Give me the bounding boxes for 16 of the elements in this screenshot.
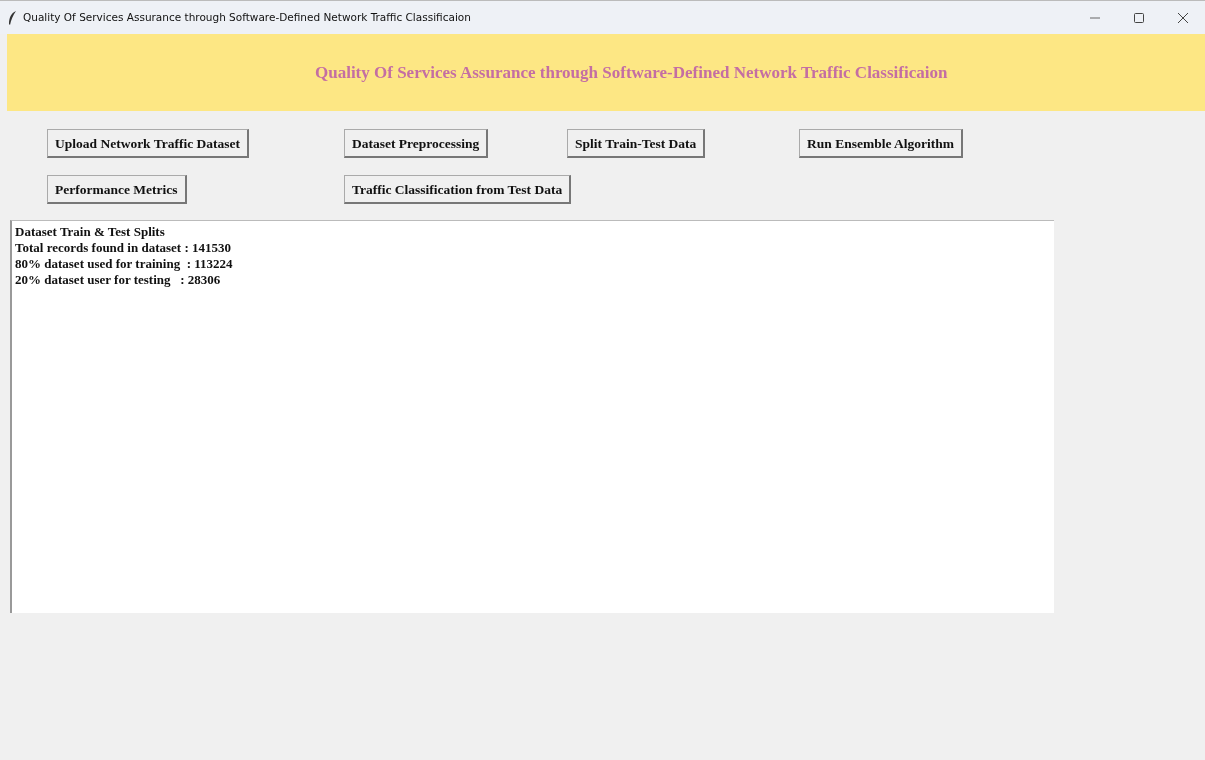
output-line: Dataset Train & Test Splits — [15, 224, 166, 240]
action-button[interactable]: Split Train-Test Data — [567, 129, 706, 158]
output-line: 80% dataset used for training : 113224 — [15, 256, 234, 272]
output-line: Total records found in dataset : 141530 — [15, 240, 232, 256]
action-button[interactable]: Run Ensemble Algorithm — [799, 129, 964, 158]
action-button[interactable]: Upload Network Traffic Dataset — [47, 129, 250, 158]
app-heading: Quality Of Services Assurance through Software-Defined Network Traffic Classificaion — [315, 61, 948, 84]
window-title: Quality Of Services Assurance through Software-Defined Network Traffic Classificaion — [23, 9, 471, 25]
output-text-area[interactable]: Dataset Train & Test Splits Total records found in dataset : 141530 80% dataset used for training : 113224 20% dataset user for testing : 28306 — [10, 220, 1054, 613]
maximize-icon[interactable] — [1134, 12, 1144, 23]
action-button[interactable]: Performance Metrics — [47, 175, 187, 204]
close-icon[interactable] — [1178, 12, 1188, 23]
action-button[interactable]: Traffic Classification from Test Data — [344, 175, 572, 204]
action-button[interactable]: Dataset Preprocessing — [344, 129, 489, 158]
feather-icon — [8, 10, 17, 25]
output-line: 20% dataset user for testing : 28306 — [15, 272, 222, 288]
